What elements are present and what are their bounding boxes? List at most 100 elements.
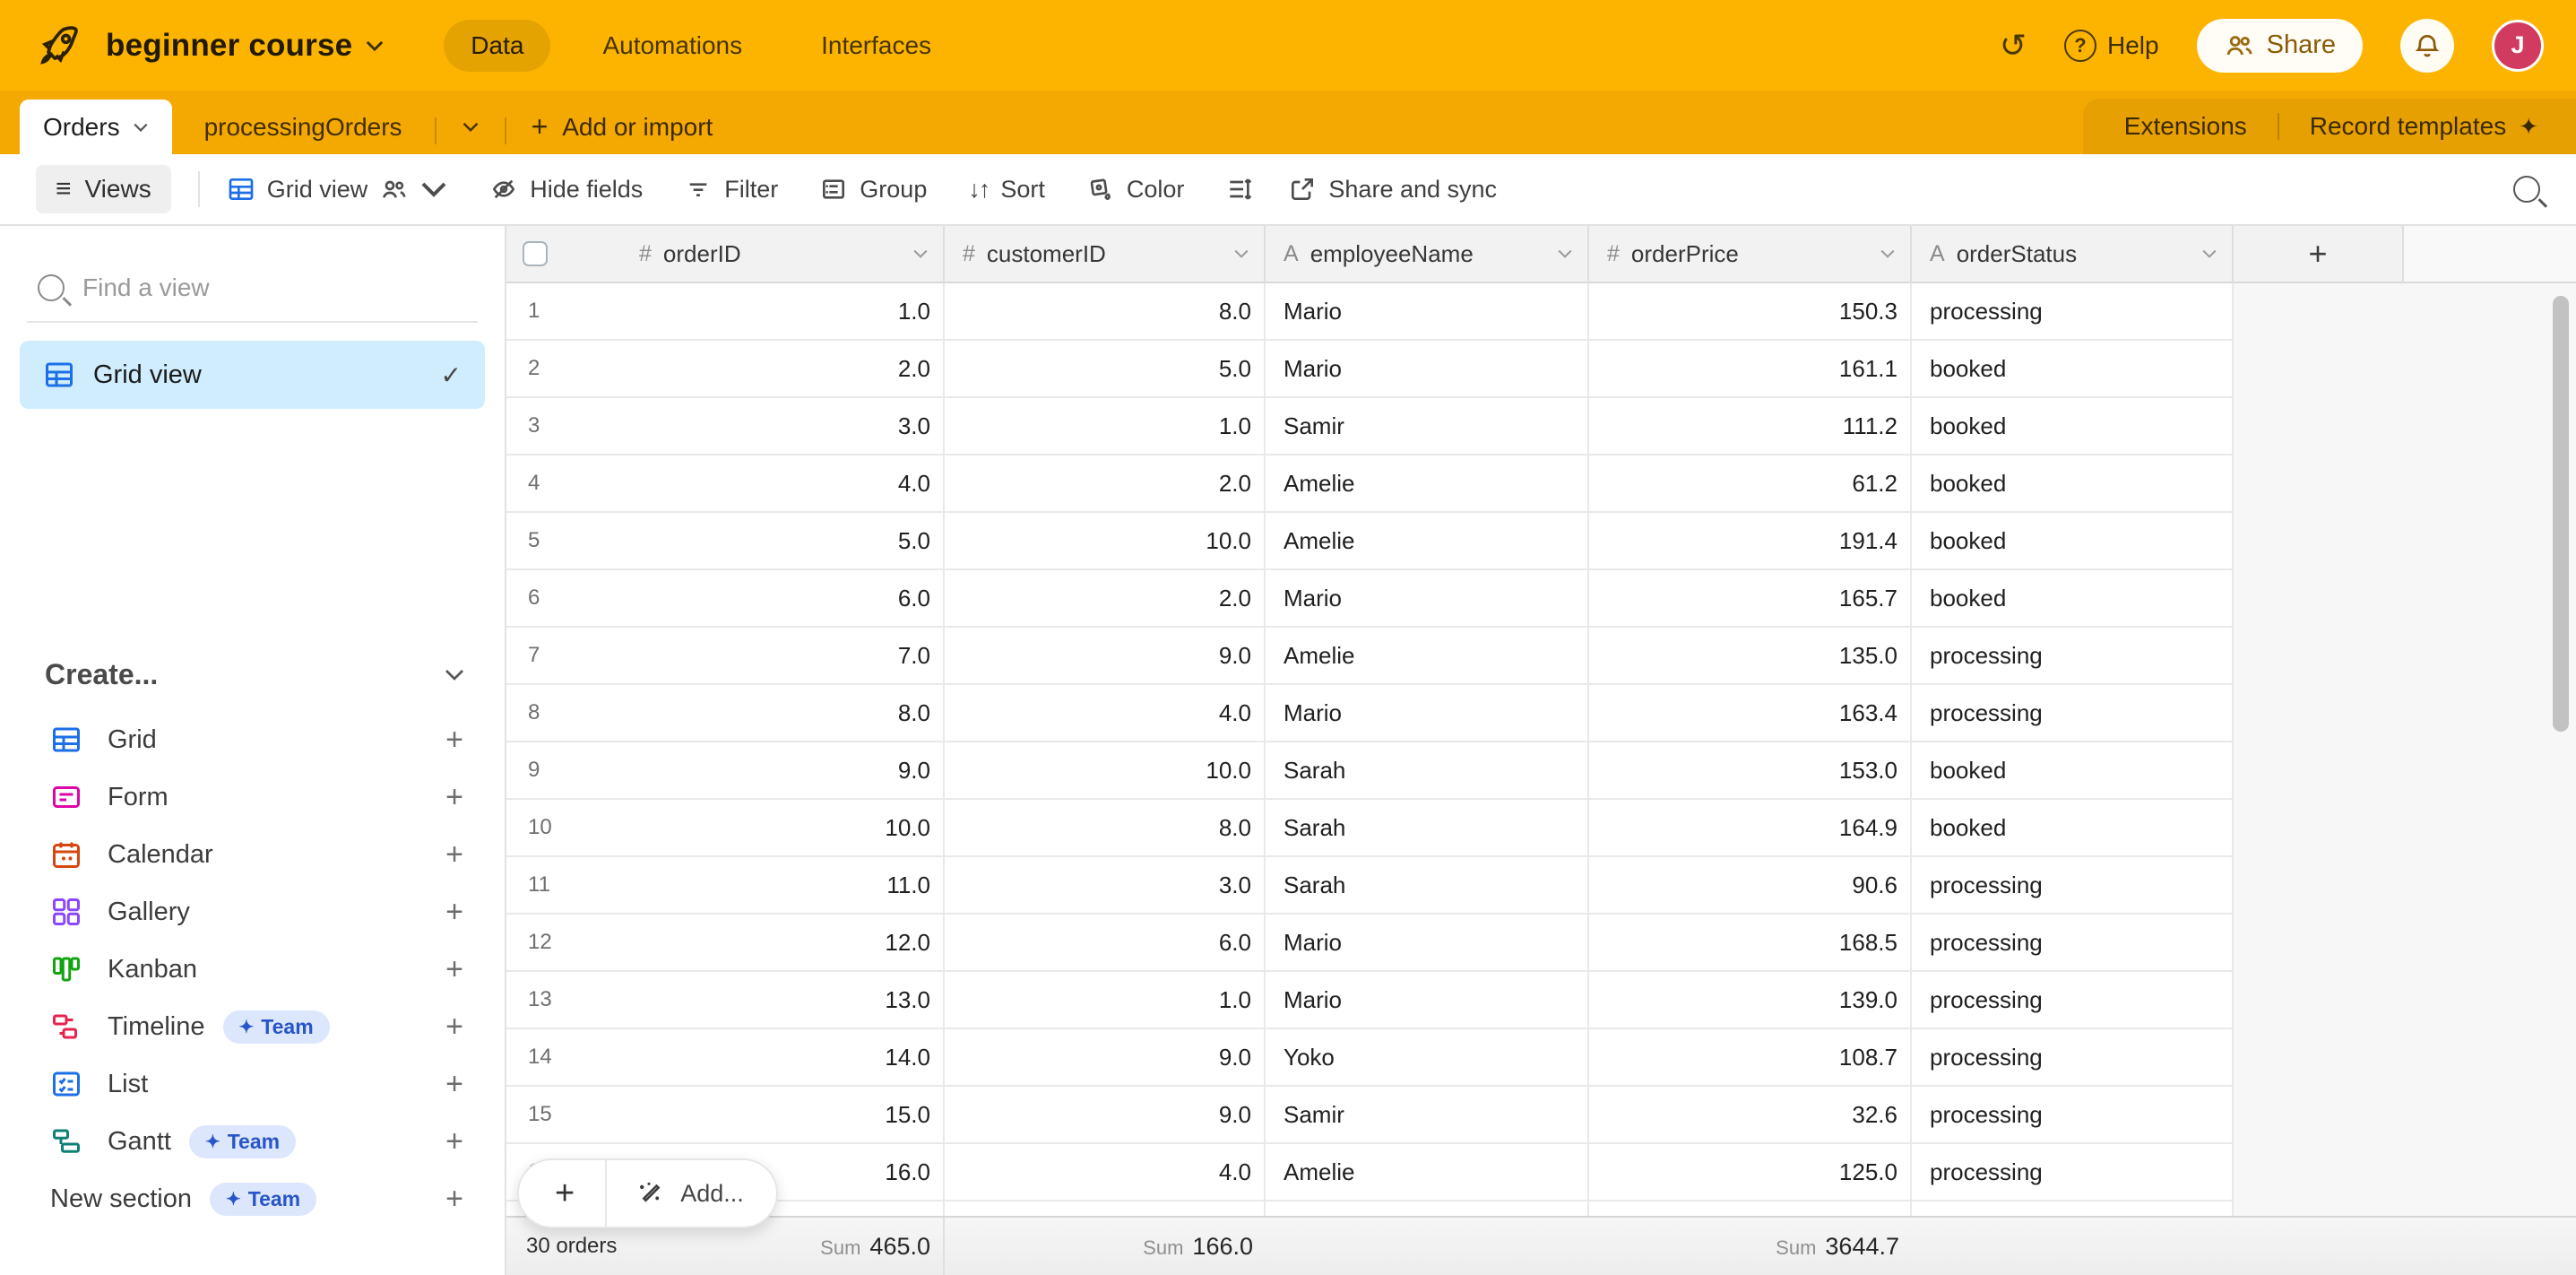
table-tab-orders[interactable]: Orders: [20, 100, 172, 154]
cell-orderstatus[interactable]: processing: [1912, 283, 2234, 341]
help-button[interactable]: ? Help: [2064, 30, 2159, 62]
cell-orderid[interactable]: 11 11.0: [506, 857, 945, 915]
cell-employeename[interactable]: Samir: [1266, 398, 1589, 455]
tab-interfaces[interactable]: Interfaces: [794, 20, 958, 72]
cell-customerid[interactable]: 8.0: [945, 800, 1266, 857]
tab-data[interactable]: Data: [444, 20, 550, 72]
cell-orderstatus[interactable]: booked: [1912, 513, 2234, 570]
cell-orderprice[interactable]: 111.2: [1589, 398, 1912, 455]
cell-orderprice[interactable]: 164.9: [1589, 800, 1912, 857]
cell-orderstatus[interactable]: booked: [1912, 800, 2234, 857]
chevron-down-icon[interactable]: [1880, 248, 1896, 259]
share-and-sync-button[interactable]: Share and sync: [1288, 175, 1497, 204]
base-title-chevron-icon[interactable]: [365, 39, 385, 52]
cell-employeename[interactable]: Mario: [1266, 685, 1589, 742]
cell-orderid[interactable]: 4 4.0: [506, 455, 945, 513]
sidebar-create-gallery[interactable]: Gallery +: [0, 883, 505, 941]
sidebar-create-timeline[interactable]: Timeline ✦ Team +: [0, 998, 505, 1055]
cell-customerid[interactable]: 1.0: [945, 972, 1266, 1029]
notifications-button[interactable]: [2400, 19, 2454, 73]
add-view-plus-icon[interactable]: +: [445, 780, 463, 815]
share-button[interactable]: Share: [2197, 19, 2363, 73]
base-title[interactable]: beginner course: [106, 28, 352, 64]
cell-orderprice[interactable]: 139.0: [1589, 972, 1912, 1029]
find-a-view-input[interactable]: [82, 273, 423, 302]
cell-employeename[interactable]: Sarah: [1266, 742, 1589, 800]
sidebar-view-grid-view[interactable]: Grid view ✓: [20, 341, 485, 409]
add-field-button[interactable]: +: [2234, 226, 2404, 283]
cell-orderid[interactable]: 2 2.0: [506, 341, 945, 398]
sidebar-create-calendar[interactable]: Calendar +: [0, 826, 505, 883]
cell-employeename[interactable]: Sarah: [1266, 800, 1589, 857]
add-view-plus-icon[interactable]: +: [445, 1124, 463, 1159]
cell-orderstatus[interactable]: processing: [1912, 628, 2234, 685]
cell-orderprice[interactable]: 163.4: [1589, 685, 1912, 742]
row-height-button[interactable]: [1225, 175, 1254, 204]
add-with-ai-button[interactable]: Add...: [607, 1178, 776, 1209]
create-section-header[interactable]: Create...: [45, 658, 465, 691]
cell-orderprice[interactable]: 125.0: [1589, 1144, 1912, 1201]
add-record-button[interactable]: +: [519, 1160, 607, 1227]
cell-employeename[interactable]: Samir: [1266, 1087, 1589, 1144]
tab-automations[interactable]: Automations: [575, 20, 769, 72]
cell-orderstatus[interactable]: processing: [1912, 1144, 2234, 1201]
cell-customerid[interactable]: 6.0: [945, 915, 1266, 972]
customerid-sum[interactable]: Sum 166.0: [945, 1218, 1266, 1275]
search-button[interactable]: [2513, 176, 2540, 203]
sidebar-create-form[interactable]: Form +: [0, 768, 505, 826]
cell-orderprice[interactable]: 161.1: [1589, 341, 1912, 398]
chevron-down-icon[interactable]: [912, 248, 929, 259]
cell-orderstatus[interactable]: processing: [1912, 1029, 2234, 1087]
cell-orderstatus[interactable]: processing: [1912, 1087, 2234, 1144]
cell-employeename[interactable]: Amelie: [1266, 513, 1589, 570]
cell-customerid[interactable]: 9.0: [945, 628, 1266, 685]
cell-customerid[interactable]: 2.0: [945, 455, 1266, 513]
cell-employeename[interactable]: Sarah: [1266, 857, 1589, 915]
cell-employeename[interactable]: Mario: [1266, 570, 1589, 628]
cell-orderid[interactable]: 15 15.0: [506, 1087, 945, 1144]
cell-customerid[interactable]: 5.0: [945, 341, 1266, 398]
cell-orderid[interactable]: 1 1.0: [506, 283, 945, 341]
extensions-button[interactable]: Extensions: [2124, 112, 2247, 141]
cell-orderprice[interactable]: 168.5: [1589, 915, 1912, 972]
cell-customerid[interactable]: 1.0: [945, 398, 1266, 455]
find-a-view[interactable]: [38, 264, 467, 312]
cell-orderid[interactable]: 6 6.0: [506, 570, 945, 628]
add-view-plus-icon[interactable]: +: [445, 1010, 463, 1045]
add-view-plus-icon[interactable]: +: [445, 1182, 463, 1217]
cell-orderid[interactable]: 14 14.0: [506, 1029, 945, 1087]
cell-employeename[interactable]: Amelie: [1266, 1144, 1589, 1201]
sidebar-create-section[interactable]: New section ✦ Team +: [0, 1170, 505, 1227]
cell-orderid[interactable]: 5 5.0: [506, 513, 945, 570]
cell-employeename[interactable]: Amelie: [1266, 628, 1589, 685]
select-all-checkbox[interactable]: [523, 241, 548, 266]
add-view-plus-icon[interactable]: +: [445, 1067, 463, 1102]
cell-orderid[interactable]: 10 10.0: [506, 800, 945, 857]
sidebar-create-list[interactable]: List +: [0, 1055, 505, 1113]
cell-orderprice[interactable]: 150.3: [1589, 283, 1912, 341]
add-view-plus-icon[interactable]: +: [445, 895, 463, 930]
cell-customerid[interactable]: 10.0: [945, 513, 1266, 570]
add-or-import-button[interactable]: + Add or import: [506, 100, 739, 154]
grid-view-button[interactable]: Grid view: [227, 175, 449, 204]
chevron-down-icon[interactable]: [1557, 248, 1573, 259]
cell-customerid[interactable]: 10.0: [945, 742, 1266, 800]
column-header-orderstatus[interactable]: AorderStatus: [1912, 226, 2234, 283]
tab-list-chevron-icon[interactable]: [437, 100, 505, 154]
cell-employeename[interactable]: Yoko: [1266, 1029, 1589, 1087]
cell-customerid[interactable]: 8.0: [945, 283, 1266, 341]
add-view-plus-icon[interactable]: +: [445, 952, 463, 987]
cell-orderprice[interactable]: 90.6: [1589, 857, 1912, 915]
sort-button[interactable]: ↓↑ Sort: [968, 176, 1045, 204]
cell-orderstatus[interactable]: processing: [1912, 915, 2234, 972]
record-templates-button[interactable]: Record templates: [2310, 112, 2506, 141]
sidebar-create-kanban[interactable]: Kanban +: [0, 941, 505, 998]
cell-orderprice[interactable]: 191.4: [1589, 513, 1912, 570]
cell-orderstatus[interactable]: processing: [1912, 972, 2234, 1029]
cell-orderprice[interactable]: 32.6: [1589, 1087, 1912, 1144]
cell-orderstatus[interactable]: processing: [1912, 685, 2234, 742]
add-view-plus-icon[interactable]: +: [445, 723, 463, 758]
column-header-employeename[interactable]: AemployeeName: [1266, 226, 1589, 283]
color-button[interactable]: Color: [1086, 175, 1185, 204]
cell-orderstatus[interactable]: booked: [1912, 455, 2234, 513]
